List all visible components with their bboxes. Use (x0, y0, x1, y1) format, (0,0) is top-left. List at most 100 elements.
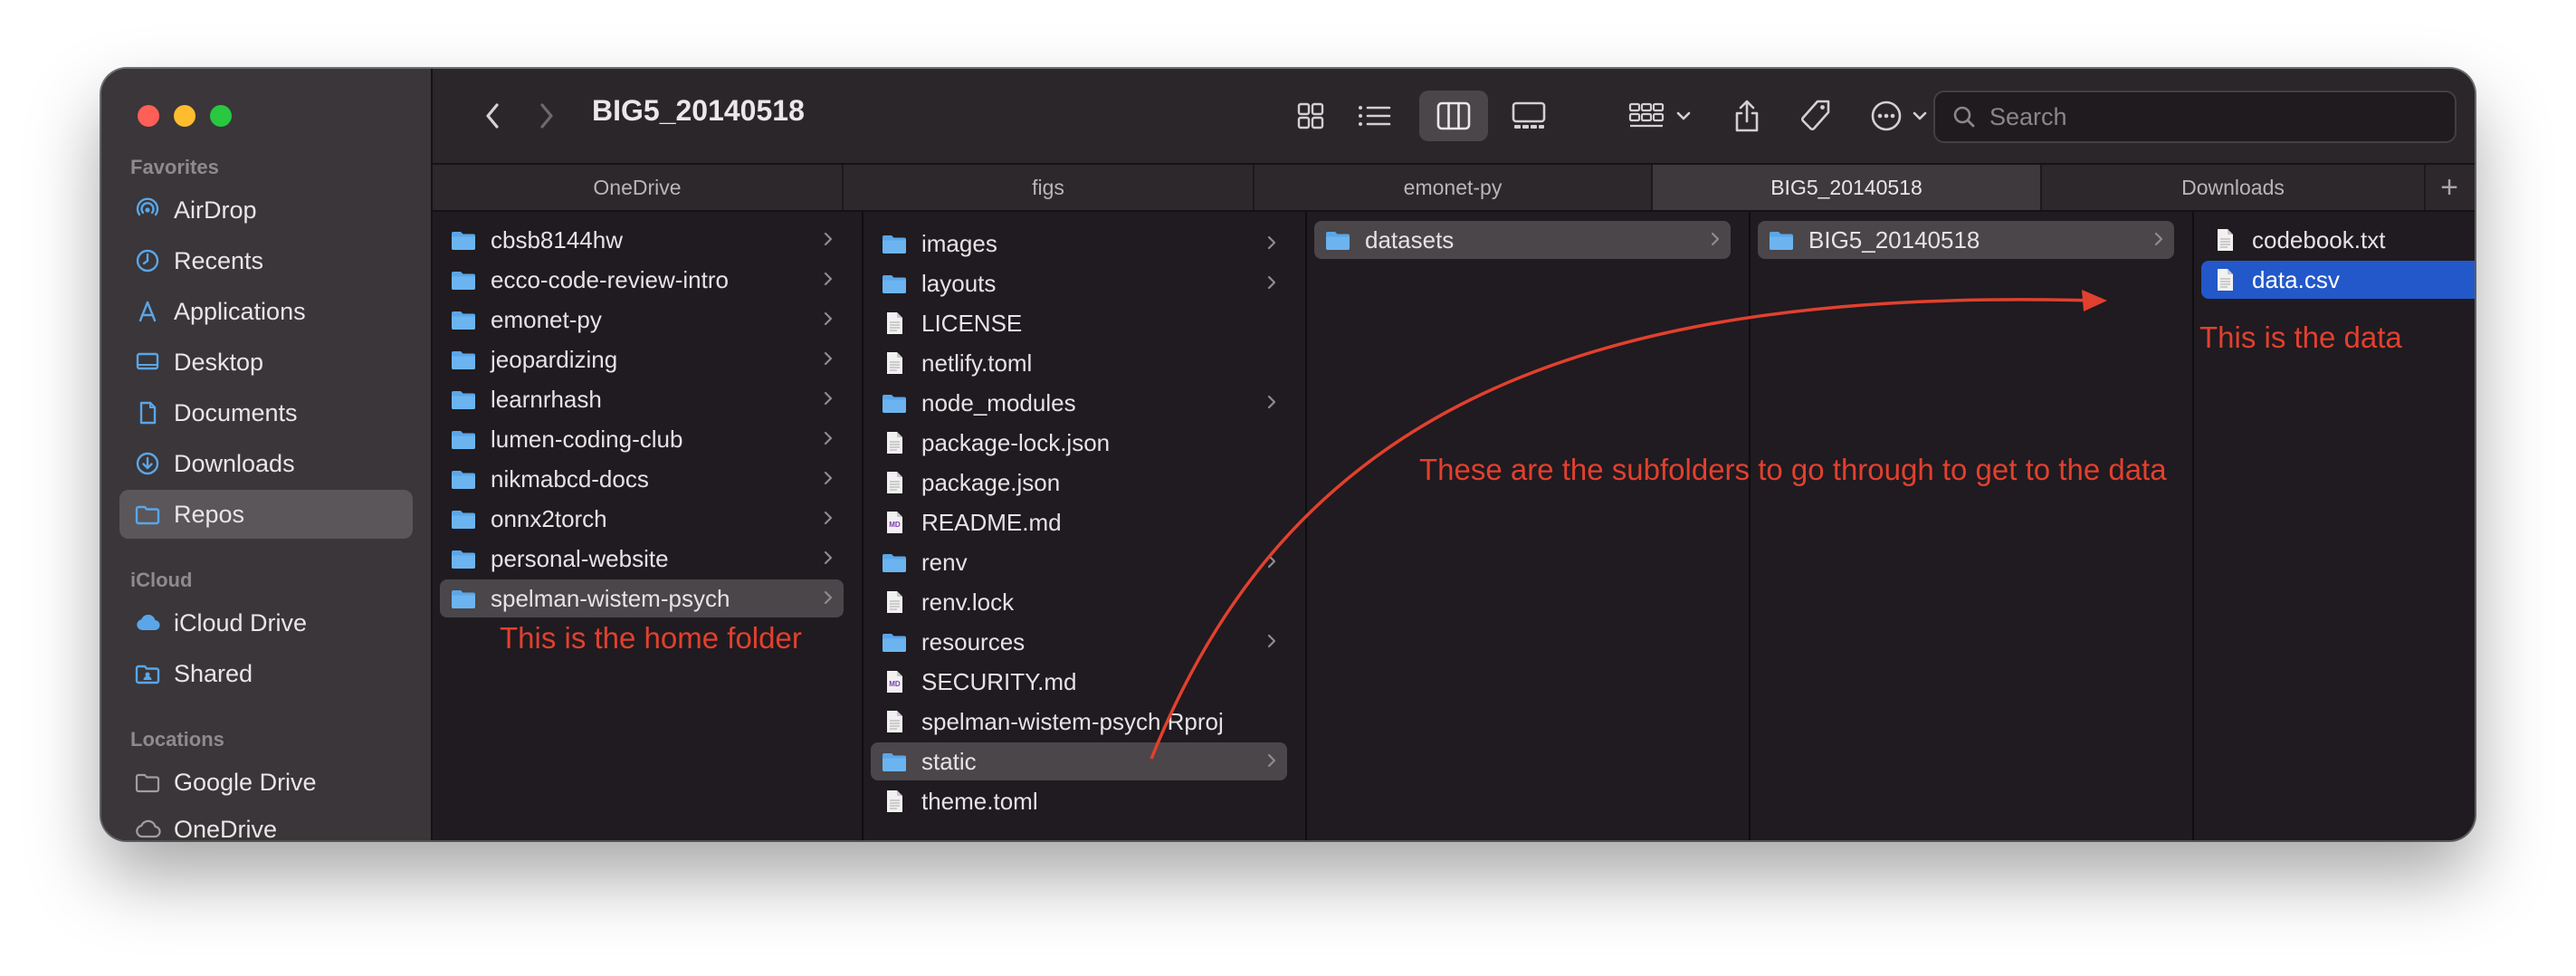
window-title: BIG5_20140518 (592, 94, 805, 127)
list-view-icon (1359, 106, 1391, 126)
column-view-button[interactable] (1419, 91, 1488, 141)
file-row-security-md[interactable]: MD SECURITY.md (871, 663, 1287, 701)
tab-downloads[interactable]: Downloads (2042, 165, 2426, 210)
item-label: cbsb8144hw (491, 225, 623, 254)
item-label: SECURITY.md (921, 667, 1077, 695)
search-field[interactable]: Search (1933, 91, 2457, 143)
sidebar-item-onedrive[interactable]: OneDrive (119, 805, 413, 840)
folder-row-jeopardizing[interactable]: jeopardizing (440, 340, 844, 378)
forward-button[interactable] (527, 96, 567, 136)
annotation-data: This is the data (2199, 321, 2402, 354)
sidebar-item-label: Shared (174, 659, 253, 687)
document-file-icon (2210, 265, 2239, 294)
folder-row-images[interactable]: images (871, 225, 1287, 263)
sidebar-item-documents[interactable]: Documents (119, 388, 413, 437)
folder-icon (880, 229, 909, 258)
item-label: nikmabcd-docs (491, 464, 649, 493)
document-file-icon (880, 787, 909, 816)
chevron-right-icon (1265, 751, 1278, 770)
file-row-license[interactable]: LICENSE (871, 304, 1287, 342)
sidebar-item-downloads[interactable]: Downloads (119, 439, 413, 488)
more-actions-button[interactable] (1866, 91, 1939, 141)
folder-row-big5-20140518[interactable]: BIG5_20140518 (1758, 221, 2174, 259)
folder-row-layouts[interactable]: layouts (871, 264, 1287, 302)
tab-bar: OneDrive figs emonet-py BIG5_20140518 Do… (433, 165, 2475, 212)
applications-icon (134, 298, 161, 325)
folder-row-datasets[interactable]: datasets (1314, 221, 1731, 259)
sidebar-item-google-drive[interactable]: Google Drive (119, 758, 413, 807)
item-label: README.md (921, 508, 1062, 536)
markdown-file-icon: MD (880, 508, 909, 537)
sidebar-item-applications[interactable]: Applications (119, 287, 413, 336)
item-label: datasets (1365, 225, 1455, 254)
folder-row-lumen-coding-club[interactable]: lumen-coding-club (440, 420, 844, 458)
chevron-right-icon (822, 469, 835, 487)
folder-outline-icon (134, 769, 161, 796)
chevron-right-icon (822, 230, 835, 248)
file-row-netlify-toml[interactable]: netlify.toml (871, 344, 1287, 382)
sidebar-item-label: Desktop (174, 348, 264, 376)
sidebar-section-favorites: Favorites (130, 156, 219, 178)
item-label: static (921, 747, 977, 775)
minimize-window-button[interactable] (174, 105, 196, 127)
back-button[interactable] (472, 96, 512, 136)
document-file-icon (880, 588, 909, 617)
more-icon (1871, 100, 1927, 131)
folder-row-spelman-wistem-psych[interactable]: spelman-wistem-psych (440, 579, 844, 617)
folder-row-emonet-py[interactable]: emonet-py (440, 301, 844, 339)
folder-row-ecco-code-review-intro[interactable]: ecco-code-review-intro (440, 261, 844, 299)
gallery-view-button[interactable] (1497, 91, 1560, 141)
sidebar-item-repos[interactable]: Repos (119, 490, 413, 539)
chevron-right-icon (1265, 234, 1278, 252)
desktop-icon (134, 349, 161, 376)
folder-row-learnrhash[interactable]: learnrhash (440, 380, 844, 418)
file-row-package-json[interactable]: package.json (871, 464, 1287, 502)
folder-row-resources[interactable]: resources (871, 623, 1287, 661)
folder-row-onnx2torch[interactable]: onnx2torch (440, 500, 844, 538)
tab-onedrive[interactable]: OneDrive (433, 165, 844, 210)
item-label: theme.toml (921, 787, 1038, 815)
sidebar-item-airdrop[interactable]: AirDrop (119, 186, 413, 234)
file-row-readme-md[interactable]: MD README.md (871, 503, 1287, 541)
sidebar-section-locations: Locations (130, 728, 224, 751)
item-label: netlify.toml (921, 349, 1033, 377)
share-button[interactable] (1722, 91, 1772, 141)
sidebar-item-recents[interactable]: Recents (119, 236, 413, 285)
folder-row-static[interactable]: static (871, 742, 1287, 780)
group-button[interactable] (1626, 91, 1702, 141)
sidebar-item-icloud-drive[interactable]: iCloud Drive (119, 598, 413, 647)
file-row-spelman-wistem-psych-rproj[interactable]: spelman-wistem-psych.Rproj (871, 703, 1287, 741)
airdrop-icon (134, 196, 161, 224)
file-row-data-csv[interactable]: data.csv (2201, 261, 2475, 299)
icon-view-button[interactable] (1285, 91, 1336, 141)
tab-big5-20140518[interactable]: BIG5_20140518 (1653, 165, 2042, 210)
sidebar-item-desktop[interactable]: Desktop (119, 338, 413, 387)
cloud-outline-icon (134, 816, 161, 840)
tag-button[interactable] (1789, 91, 1843, 141)
zoom-window-button[interactable] (210, 105, 232, 127)
tab-emonet-py[interactable]: emonet-py (1255, 165, 1653, 210)
tab-figs[interactable]: figs (844, 165, 1255, 210)
group-icon (1628, 102, 1691, 128)
file-row-codebook-txt[interactable]: codebook.txt (2201, 221, 2457, 259)
folder-row-personal-website[interactable]: personal-website (440, 540, 844, 578)
document-file-icon (880, 349, 909, 378)
folder-row-renv[interactable]: renv (871, 543, 1287, 581)
file-row-package-lock-json[interactable]: package-lock.json (871, 424, 1287, 462)
sidebar-item-shared[interactable]: Shared (119, 649, 413, 698)
file-row-theme-toml[interactable]: theme.toml (871, 782, 1287, 820)
item-label: emonet-py (491, 305, 602, 333)
folder-row-cbsb8144hw[interactable]: cbsb8144hw (440, 221, 844, 259)
list-view-button[interactable] (1347, 91, 1401, 141)
clock-icon (134, 247, 161, 274)
item-label: codebook.txt (2252, 225, 2386, 254)
search-placeholder: Search (1989, 102, 2067, 130)
file-row-renv-lock[interactable]: renv.lock (871, 583, 1287, 621)
folder-row-node-modules[interactable]: node_modules (871, 384, 1287, 422)
item-label: spelman-wistem-psych.Rproj (921, 707, 1224, 735)
item-label: renv.lock (921, 588, 1015, 616)
close-window-button[interactable] (138, 105, 159, 127)
annotation-subfolders: These are the subfolders to go through t… (1419, 453, 2167, 486)
new-tab-button[interactable]: + (2424, 165, 2475, 210)
folder-row-nikmabcd-docs[interactable]: nikmabcd-docs (440, 460, 844, 498)
